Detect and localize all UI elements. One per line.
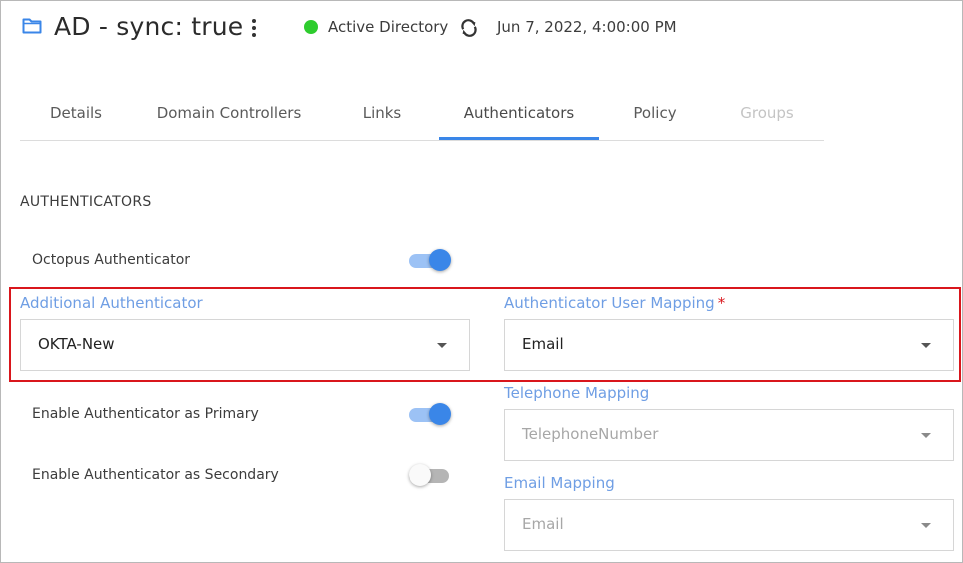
- last-sync-timestamp: Jun 7, 2022, 4:00:00 PM: [497, 18, 677, 36]
- folder-icon: [22, 18, 42, 34]
- additional-authenticator-select[interactable]: OKTA-New: [20, 319, 470, 371]
- more-vert-icon[interactable]: [244, 18, 264, 40]
- select-value: TelephoneNumber: [522, 425, 659, 443]
- page-title: AD - sync: true: [54, 12, 244, 41]
- email-mapping-select[interactable]: Email: [504, 499, 954, 551]
- tab-bar: Details Domain Controllers Links Authent…: [20, 96, 824, 141]
- enable-primary-toggle[interactable]: [409, 403, 451, 427]
- tab-links[interactable]: Links: [340, 96, 424, 140]
- section-heading: AUTHENTICATORS: [20, 194, 152, 210]
- enable-primary-label: Enable Authenticator as Primary: [32, 406, 259, 422]
- octopus-authenticator-label: Octopus Authenticator: [32, 252, 191, 268]
- dropdown-arrow-icon: [921, 433, 931, 438]
- user-mapping-select[interactable]: Email: [504, 319, 954, 371]
- dropdown-arrow-icon: [921, 523, 931, 528]
- dropdown-arrow-icon: [437, 343, 447, 348]
- status-indicator: [304, 20, 318, 34]
- tab-domain-controllers[interactable]: Domain Controllers: [148, 96, 310, 140]
- user-mapping-label-text: Authenticator User Mapping: [504, 294, 715, 312]
- telephone-mapping-label: Telephone Mapping: [504, 384, 650, 402]
- additional-authenticator-label: Additional Authenticator: [20, 294, 203, 312]
- tab-authenticators[interactable]: Authenticators: [439, 96, 599, 140]
- tab-details[interactable]: Details: [28, 96, 124, 140]
- required-asterisk: *: [717, 294, 726, 312]
- select-value: OKTA-New: [38, 335, 115, 353]
- octopus-authenticator-toggle[interactable]: [409, 249, 451, 273]
- enable-secondary-label: Enable Authenticator as Secondary: [32, 467, 279, 483]
- tab-groups: Groups: [740, 104, 794, 122]
- select-value: Email: [522, 335, 564, 353]
- toggle-knob: [409, 464, 431, 486]
- select-value: Email: [522, 515, 564, 533]
- email-mapping-label: Email Mapping: [504, 474, 615, 492]
- toggle-knob: [429, 403, 451, 425]
- sync-icon[interactable]: [459, 18, 479, 38]
- enable-secondary-toggle[interactable]: [409, 464, 451, 488]
- user-mapping-label: Authenticator User Mapping *: [504, 294, 725, 312]
- dropdown-arrow-icon: [921, 343, 931, 348]
- tab-policy[interactable]: Policy: [610, 96, 700, 140]
- status-text: Active Directory: [328, 18, 449, 36]
- toggle-knob: [429, 249, 451, 271]
- telephone-mapping-select[interactable]: TelephoneNumber: [504, 409, 954, 461]
